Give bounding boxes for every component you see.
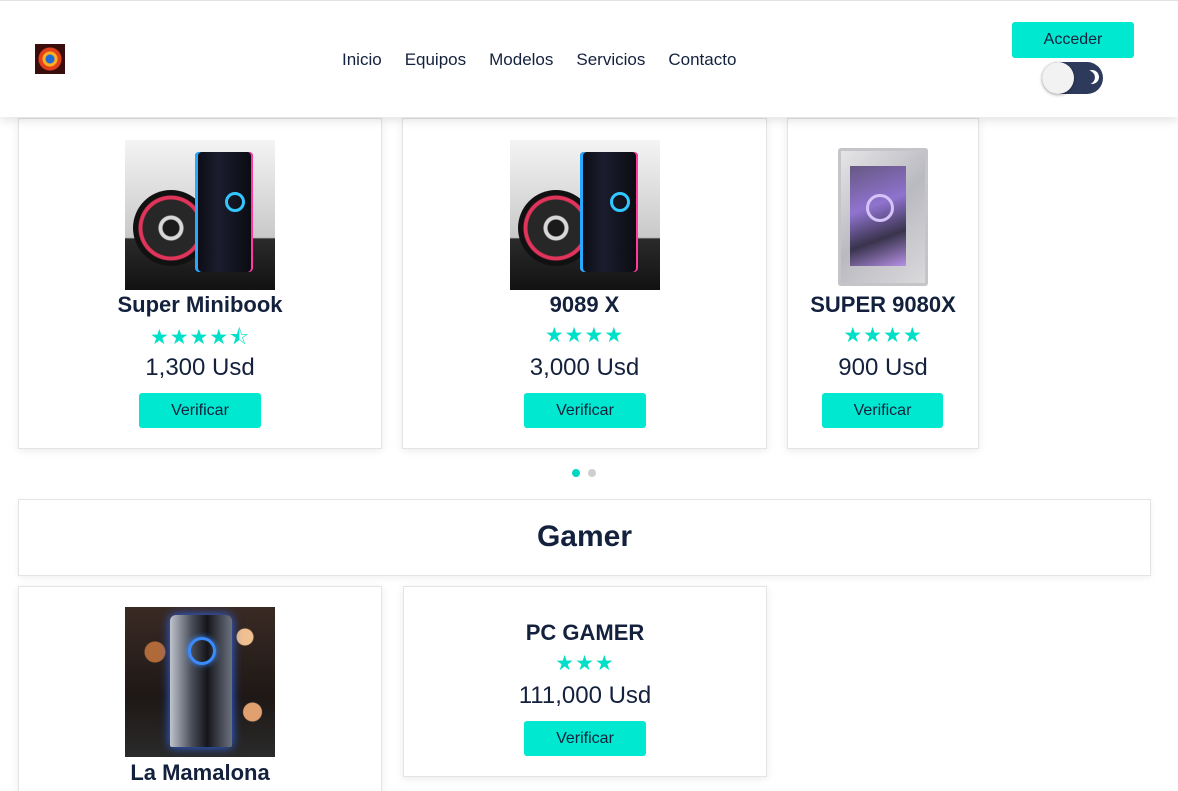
product-card: La Mamalona xyxy=(18,586,382,791)
product-card: SUPER 9080X ★★★★ 900 Usd Verificar xyxy=(787,118,979,449)
section-header: Gamer xyxy=(18,499,1151,576)
glass-panel-graphic xyxy=(850,166,906,266)
login-button[interactable]: Acceder xyxy=(1012,22,1134,58)
star-rating-icon: ★★★ xyxy=(555,652,615,675)
star-rating-icon: ★★★★ xyxy=(544,324,625,347)
verify-button[interactable]: Verificar xyxy=(139,393,261,428)
verify-button[interactable]: Verificar xyxy=(524,721,646,756)
moon-icon xyxy=(1083,68,1101,86)
product-card: PC GAMER ★★★ 111,000 Usd Verificar xyxy=(403,586,767,777)
nav-item-inicio[interactable]: Inicio xyxy=(342,50,382,70)
product-card: 9089 X ★★★★ 3,000 Usd Verificar xyxy=(402,118,767,449)
game-controller-logo-icon[interactable] xyxy=(35,44,65,74)
section-title: Gamer xyxy=(536,520,633,553)
top-header: Inicio Equipos Modelos Servicios Contact… xyxy=(0,0,1178,117)
case-graphic xyxy=(170,615,232,747)
carousel-dot[interactable] xyxy=(588,469,596,477)
verify-button[interactable]: Verificar xyxy=(822,393,943,428)
product-image[interactable] xyxy=(125,607,275,757)
product-name: PC GAMER xyxy=(525,620,645,645)
product-name: 9089 X xyxy=(549,292,620,317)
case-graphic xyxy=(838,148,928,286)
product-name: SUPER 9080X xyxy=(810,292,956,317)
star-rating-icon: ★★★★⯪ xyxy=(149,326,251,349)
product-name: Super Minibook xyxy=(117,292,283,317)
theme-toggle[interactable] xyxy=(1042,62,1103,94)
product-price: 900 Usd xyxy=(838,354,928,381)
verify-button[interactable]: Verificar xyxy=(524,393,646,428)
product-card: Super Minibook ★★★★⯪ 1,300 Usd Verificar xyxy=(18,118,382,449)
star-rating-icon: ★★★★ xyxy=(843,324,923,347)
tower-graphic xyxy=(195,152,253,272)
carousel-dot-active[interactable] xyxy=(572,469,580,477)
nav-item-servicios[interactable]: Servicios xyxy=(576,50,645,70)
product-price: 3,000 Usd xyxy=(529,354,640,381)
product-image[interactable] xyxy=(509,140,660,290)
main-nav: Inicio Equipos Modelos Servicios Contact… xyxy=(342,50,736,70)
nav-item-contacto[interactable]: Contacto xyxy=(668,50,736,70)
product-name: La Mamalona xyxy=(130,760,270,785)
product-image[interactable] xyxy=(808,140,958,290)
product-image[interactable] xyxy=(125,140,275,290)
carousel-pagination xyxy=(572,469,596,477)
nav-item-modelos[interactable]: Modelos xyxy=(489,50,553,70)
tower-graphic xyxy=(579,152,638,272)
nav-item-equipos[interactable]: Equipos xyxy=(405,50,466,70)
toggle-knob xyxy=(1042,62,1074,94)
product-price: 1,300 Usd xyxy=(145,354,255,381)
product-price: 111,000 Usd xyxy=(518,682,652,709)
